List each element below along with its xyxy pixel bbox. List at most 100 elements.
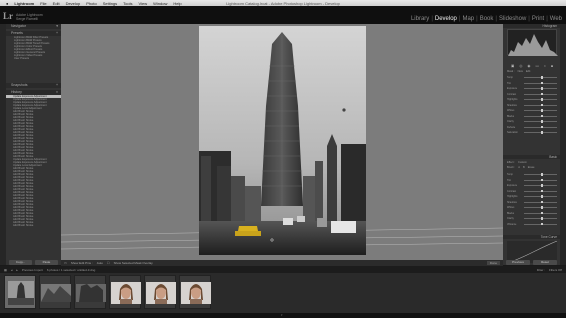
effect-value[interactable]: Custom — [518, 161, 527, 164]
graduated-filter-icon[interactable]: ▭ — [535, 64, 538, 68]
red-eye-icon[interactable]: ◉ — [527, 64, 530, 68]
slider-track[interactable] — [524, 195, 557, 198]
slider-knob[interactable] — [540, 92, 543, 96]
slider-knob[interactable] — [540, 206, 543, 209]
slider-track[interactable] — [524, 125, 557, 129]
module-book[interactable]: Book — [480, 16, 494, 22]
brush-a[interactable]: A — [518, 166, 520, 169]
slider-track[interactable] — [524, 103, 557, 107]
copy-button[interactable]: Copy... — [9, 260, 32, 265]
reset-button[interactable]: Reset — [533, 260, 557, 265]
slider-knob[interactable] — [540, 87, 543, 90]
slider-knob[interactable] — [540, 81, 543, 85]
slider-knob[interactable] — [540, 222, 543, 226]
plus-icon[interactable]: + — [56, 31, 58, 36]
histogram-header[interactable]: Histogram — [503, 24, 560, 28]
close-icon[interactable]: × — [56, 90, 58, 95]
slider-knob[interactable] — [540, 103, 543, 107]
forward-arrow-icon[interactable]: ▸ — [16, 268, 18, 272]
menu-help[interactable]: Help — [173, 1, 181, 6]
slider-track[interactable] — [524, 211, 557, 215]
menu-tools[interactable]: Tools — [123, 1, 132, 6]
slider-track[interactable] — [524, 200, 557, 204]
module-print[interactable]: Print — [532, 16, 544, 22]
slider-track[interactable] — [524, 217, 557, 220]
menu-lightroom[interactable]: Lightroom — [14, 1, 34, 6]
slider-track[interactable] — [524, 114, 557, 118]
slider-knob[interactable] — [540, 125, 543, 129]
module-library[interactable]: Library — [411, 16, 429, 22]
tone-curve-header[interactable]: Tone Curve — [503, 235, 560, 239]
slider-track[interactable] — [524, 184, 557, 187]
slider-knob[interactable] — [540, 184, 543, 187]
slider-knob[interactable] — [540, 200, 543, 204]
module-map[interactable]: Map — [462, 16, 474, 22]
grid-view-icon[interactable]: ▦ — [4, 268, 7, 272]
filmstrip-thumb[interactable] — [144, 275, 176, 309]
menu-view[interactable]: View — [139, 1, 148, 6]
menu-photo[interactable]: Photo — [86, 1, 96, 6]
slider-knob[interactable] — [540, 178, 543, 182]
menu-develop[interactable]: Develop — [66, 1, 81, 6]
slider-knob[interactable] — [540, 98, 543, 101]
brush-b[interactable]: B — [523, 166, 525, 169]
slider-track[interactable] — [524, 222, 557, 226]
filmstrip-thumb[interactable] — [39, 275, 71, 309]
slider-knob[interactable] — [540, 109, 543, 112]
slider-knob[interactable] — [540, 120, 543, 123]
slider-knob[interactable] — [540, 211, 543, 215]
radial-filter-icon[interactable]: ○ — [544, 64, 546, 68]
slider-knob[interactable] — [540, 217, 543, 220]
slider-track[interactable] — [524, 98, 557, 101]
basic-header[interactable]: Basic — [503, 155, 560, 159]
mask-edit[interactable]: Edit — [526, 70, 530, 73]
slider-knob[interactable] — [540, 189, 543, 193]
overlay-checkbox[interactable]: ☐ — [107, 261, 110, 265]
filmstrip-thumb[interactable] — [109, 275, 141, 309]
slider-knob[interactable] — [540, 173, 543, 176]
crop-icon[interactable]: ▣ — [511, 64, 514, 68]
chevron-down-icon[interactable]: ▾ — [281, 313, 283, 317]
slider-track[interactable] — [524, 92, 557, 96]
filmstrip-thumb[interactable] — [179, 275, 211, 309]
menu-file[interactable]: File — [40, 1, 46, 6]
slider-track[interactable] — [524, 206, 557, 209]
adjustment-brush-icon[interactable]: ● — [551, 64, 553, 68]
flatiron-photo[interactable] — [199, 26, 366, 255]
menu-edit[interactable]: Edit — [53, 1, 60, 6]
filter-select[interactable]: Filters Off — [549, 268, 562, 272]
loupe-view-icon[interactable]: ▭ — [64, 261, 67, 265]
slider-track[interactable] — [524, 109, 557, 112]
slider-knob[interactable] — [540, 131, 543, 134]
done-button[interactable]: Done — [486, 261, 500, 265]
slider-track[interactable] — [524, 131, 557, 134]
back-arrow-icon[interactable]: ◂ — [11, 268, 13, 272]
spot-removal-icon[interactable]: ◎ — [519, 64, 522, 68]
previous-button[interactable]: Previous — [506, 260, 530, 265]
brush-erase[interactable]: Erase — [528, 166, 535, 169]
edit-pins-select[interactable]: Auto — [97, 261, 103, 265]
slider-knob[interactable] — [540, 76, 543, 79]
apple-icon[interactable]: ● — [6, 1, 8, 6]
bottom-panel-toggle[interactable]: ▾ — [0, 313, 566, 318]
module-develop[interactable]: Develop — [435, 16, 457, 22]
filmstrip-thumb[interactable] — [74, 275, 106, 309]
filmstrip-thumb[interactable] — [4, 275, 36, 309]
slider-track[interactable] — [524, 178, 557, 182]
module-slideshow[interactable]: Slideshow — [499, 16, 526, 22]
slider-knob[interactable] — [540, 114, 543, 118]
history-step[interactable]: Add Brush Stroke — [6, 224, 61, 227]
mask-new[interactable]: New — [518, 70, 523, 73]
slider-track[interactable] — [524, 81, 557, 85]
menu-window[interactable]: Window — [153, 1, 167, 6]
slider-track[interactable] — [524, 173, 557, 176]
slider-track[interactable] — [524, 189, 557, 193]
slider-knob[interactable] — [540, 195, 543, 198]
module-web[interactable]: Web — [550, 16, 562, 22]
filmstrip-source[interactable]: Previous Import — [22, 268, 43, 272]
slider-track[interactable] — [524, 87, 557, 90]
menu-settings[interactable]: Settings — [103, 1, 117, 6]
right-panel-toggle[interactable] — [560, 24, 566, 265]
paste-button[interactable]: Paste — [35, 260, 58, 265]
slider-track[interactable] — [524, 76, 557, 79]
